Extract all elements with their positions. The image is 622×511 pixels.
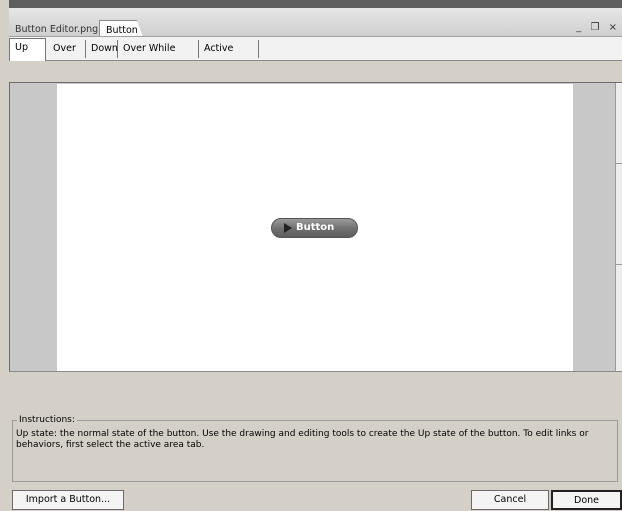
preview-button-label: Button bbox=[296, 222, 335, 233]
play-arrow-icon bbox=[284, 223, 292, 233]
instructions-panel: Instructions: Up state: the normal state… bbox=[12, 415, 618, 482]
scrollbar-thumb[interactable] bbox=[616, 163, 622, 265]
state-tab-bar: Up Over Down Over While Down Active Area bbox=[9, 36, 622, 72]
restore-icon[interactable]: ❐ bbox=[590, 22, 602, 33]
done-button[interactable]: Done bbox=[551, 490, 622, 510]
document-tab-bar: Button Editor.png Button _ ❐ × bbox=[9, 0, 622, 42]
button-editor-window: Button Editor.png Button _ ❐ × Up Over D… bbox=[9, 0, 622, 511]
minimize-icon[interactable]: _ bbox=[576, 22, 584, 33]
window-controls: _ ❐ × bbox=[576, 22, 620, 33]
import-button[interactable]: Import a Button... bbox=[12, 490, 124, 510]
tab-up[interactable]: Up bbox=[9, 38, 46, 62]
tab-over[interactable]: Over bbox=[48, 40, 86, 58]
tab-down[interactable]: Down bbox=[86, 40, 118, 58]
property-area bbox=[9, 371, 622, 415]
close-icon[interactable]: × bbox=[609, 22, 620, 33]
editing-canvas[interactable]: Button bbox=[57, 84, 573, 371]
vertical-scrollbar[interactable] bbox=[615, 83, 622, 371]
instructions-title: Instructions: bbox=[17, 415, 77, 425]
preview-button[interactable]: Button bbox=[271, 218, 358, 238]
tab-active-area[interactable]: Active Area bbox=[199, 40, 259, 72]
canvas-area: Button bbox=[9, 83, 622, 371]
toolbar-strip bbox=[9, 61, 622, 83]
cancel-button[interactable]: Cancel bbox=[471, 490, 549, 510]
instructions-text: Up state: the normal state of the button… bbox=[16, 429, 589, 450]
tab-over-while-down[interactable]: Over While Down bbox=[118, 40, 199, 72]
